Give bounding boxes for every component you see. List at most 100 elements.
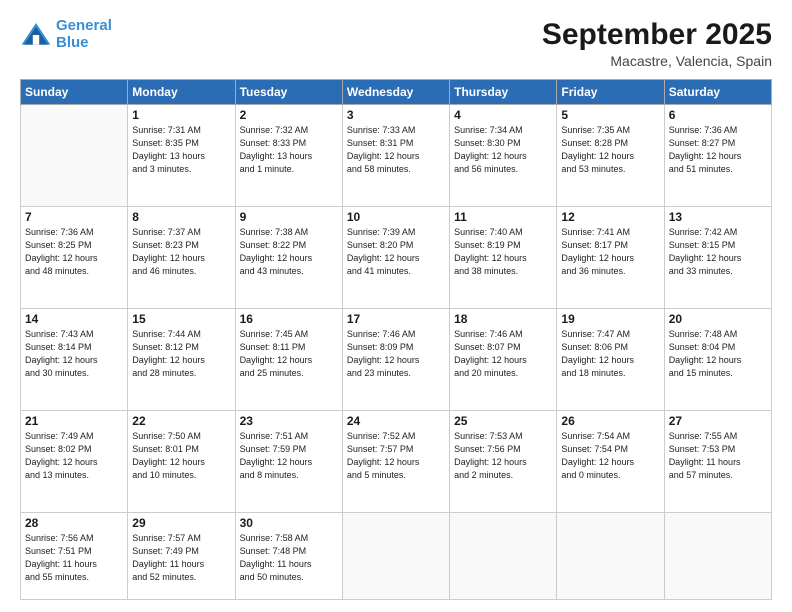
day-info: Sunrise: 7:35 AM Sunset: 8:28 PM Dayligh… (561, 124, 659, 176)
day-number: 10 (347, 210, 445, 224)
day-number: 8 (132, 210, 230, 224)
col-saturday: Saturday (664, 80, 771, 105)
location-title: Macastre, Valencia, Spain (542, 53, 772, 69)
logo-icon (20, 19, 52, 51)
day-info: Sunrise: 7:53 AM Sunset: 7:56 PM Dayligh… (454, 430, 552, 482)
day-info: Sunrise: 7:50 AM Sunset: 8:01 PM Dayligh… (132, 430, 230, 482)
day-number: 27 (669, 414, 767, 428)
table-row: 13 Sunrise: 7:42 AM Sunset: 8:15 PM Dayli… (664, 206, 771, 308)
day-info: Sunrise: 7:46 AM Sunset: 8:09 PM Dayligh… (347, 328, 445, 380)
table-row: 6 Sunrise: 7:36 AM Sunset: 8:27 PM Daylig… (664, 105, 771, 207)
table-row (21, 105, 128, 207)
day-number: 2 (240, 108, 338, 122)
month-title: September 2025 (542, 18, 772, 51)
table-row (664, 512, 771, 599)
table-row: 15 Sunrise: 7:44 AM Sunset: 8:12 PM Dayli… (128, 308, 235, 410)
table-row: 20 Sunrise: 7:48 AM Sunset: 8:04 PM Dayli… (664, 308, 771, 410)
day-info: Sunrise: 7:36 AM Sunset: 8:27 PM Dayligh… (669, 124, 767, 176)
page: General Blue September 2025 Macastre, Va… (0, 0, 792, 612)
day-info: Sunrise: 7:55 AM Sunset: 7:53 PM Dayligh… (669, 430, 767, 482)
day-info: Sunrise: 7:32 AM Sunset: 8:33 PM Dayligh… (240, 124, 338, 176)
table-row: 12Sunrise: 7:41 AM Sunset: 8:17 PM Dayli… (557, 206, 664, 308)
table-row: 25 Sunrise: 7:53 AM Sunset: 7:56 PM Dayli… (450, 410, 557, 512)
table-row: 29 Sunrise: 7:57 AM Sunset: 7:49 PM Dayli… (128, 512, 235, 599)
day-info: Sunrise: 7:56 AM Sunset: 7:51 PM Dayligh… (25, 532, 123, 584)
col-sunday: Sunday (21, 80, 128, 105)
day-number: 23 (240, 414, 338, 428)
day-info: Sunrise: 7:43 AM Sunset: 8:14 PM Dayligh… (25, 328, 123, 380)
day-number: 14 (25, 312, 123, 326)
table-row (450, 512, 557, 599)
day-info: Sunrise: 7:33 AM Sunset: 8:31 PM Dayligh… (347, 124, 445, 176)
day-number: 28 (25, 516, 123, 530)
title-block: September 2025 Macastre, Valencia, Spain (542, 18, 772, 69)
table-row: 4 Sunrise: 7:34 AM Sunset: 8:30 PM Daylig… (450, 105, 557, 207)
day-info: Sunrise: 7:39 AM Sunset: 8:20 PM Dayligh… (347, 226, 445, 278)
day-info: Sunrise: 7:58 AM Sunset: 7:48 PM Dayligh… (240, 532, 338, 584)
day-info: Sunrise: 7:49 AM Sunset: 8:02 PM Dayligh… (25, 430, 123, 482)
day-info: Sunrise: 7:51 AM Sunset: 7:59 PM Dayligh… (240, 430, 338, 482)
day-info: Sunrise: 7:34 AM Sunset: 8:30 PM Dayligh… (454, 124, 552, 176)
day-number: 3 (347, 108, 445, 122)
table-row (557, 512, 664, 599)
day-number: 1 (132, 108, 230, 122)
table-row: 22 Sunrise: 7:50 AM Sunset: 8:01 PM Dayli… (128, 410, 235, 512)
day-info: Sunrise: 7:37 AM Sunset: 8:23 PM Dayligh… (132, 226, 230, 278)
day-number: 22 (132, 414, 230, 428)
logo-line2: Blue (56, 34, 89, 51)
col-thursday: Thursday (450, 80, 557, 105)
day-info: Sunrise: 7:48 AM Sunset: 8:04 PM Dayligh… (669, 328, 767, 380)
calendar-header-row: Sunday Monday Tuesday Wednesday Thursday… (21, 80, 772, 105)
day-number: 19 (561, 312, 659, 326)
day-number: 18 (454, 312, 552, 326)
col-monday: Monday (128, 80, 235, 105)
table-row: 8 Sunrise: 7:37 AM Sunset: 8:23 PM Daylig… (128, 206, 235, 308)
day-number: 20 (669, 312, 767, 326)
day-number: 21 (25, 414, 123, 428)
day-number: 24 (347, 414, 445, 428)
day-info: Sunrise: 7:44 AM Sunset: 8:12 PM Dayligh… (132, 328, 230, 380)
day-info: Sunrise: 7:38 AM Sunset: 8:22 PM Dayligh… (240, 226, 338, 278)
table-row: 9Sunrise: 7:38 AM Sunset: 8:22 PM Daylig… (235, 206, 342, 308)
day-number: 30 (240, 516, 338, 530)
logo-line1: General (56, 17, 112, 34)
day-info: Sunrise: 7:54 AM Sunset: 7:54 PM Dayligh… (561, 430, 659, 482)
table-row: 17Sunrise: 7:46 AM Sunset: 8:09 PM Dayli… (342, 308, 449, 410)
table-row: 7 Sunrise: 7:36 AM Sunset: 8:25 PM Daylig… (21, 206, 128, 308)
table-row: 14 Sunrise: 7:43 AM Sunset: 8:14 PM Dayli… (21, 308, 128, 410)
table-row: 16Sunrise: 7:45 AM Sunset: 8:11 PM Dayli… (235, 308, 342, 410)
day-info: Sunrise: 7:42 AM Sunset: 8:15 PM Dayligh… (669, 226, 767, 278)
table-row (342, 512, 449, 599)
col-wednesday: Wednesday (342, 80, 449, 105)
day-number: 6 (669, 108, 767, 122)
table-row: 24 Sunrise: 7:52 AM Sunset: 7:57 PM Dayli… (342, 410, 449, 512)
table-row: 18 Sunrise: 7:46 AM Sunset: 8:07 PM Dayli… (450, 308, 557, 410)
day-number: 4 (454, 108, 552, 122)
col-tuesday: Tuesday (235, 80, 342, 105)
logo: General Blue (20, 18, 112, 51)
day-info: Sunrise: 7:47 AM Sunset: 8:06 PM Dayligh… (561, 328, 659, 380)
day-info: Sunrise: 7:31 AM Sunset: 8:35 PM Dayligh… (132, 124, 230, 176)
table-row: 27 Sunrise: 7:55 AM Sunset: 7:53 PM Dayli… (664, 410, 771, 512)
day-number: 15 (132, 312, 230, 326)
day-number: 11 (454, 210, 552, 224)
day-number: 7 (25, 210, 123, 224)
day-info: Sunrise: 7:41 AM Sunset: 8:17 PM Dayligh… (561, 226, 659, 278)
table-row: 1 Sunrise: 7:31 AM Sunset: 8:35 PM Daylig… (128, 105, 235, 207)
day-info: Sunrise: 7:57 AM Sunset: 7:49 PM Dayligh… (132, 532, 230, 584)
col-friday: Friday (557, 80, 664, 105)
calendar: Sunday Monday Tuesday Wednesday Thursday… (20, 79, 772, 600)
day-info: Sunrise: 7:52 AM Sunset: 7:57 PM Dayligh… (347, 430, 445, 482)
table-row: 21 Sunrise: 7:49 AM Sunset: 8:02 PM Dayli… (21, 410, 128, 512)
table-row: 5Sunrise: 7:35 AM Sunset: 8:28 PM Daylig… (557, 105, 664, 207)
table-row: 28 Sunrise: 7:56 AM Sunset: 7:51 PM Dayli… (21, 512, 128, 599)
day-number: 13 (669, 210, 767, 224)
day-number: 29 (132, 516, 230, 530)
table-row: 19 Sunrise: 7:47 AM Sunset: 8:06 PM Dayli… (557, 308, 664, 410)
header: General Blue September 2025 Macastre, Va… (20, 18, 772, 69)
day-info: Sunrise: 7:40 AM Sunset: 8:19 PM Dayligh… (454, 226, 552, 278)
day-info: Sunrise: 7:36 AM Sunset: 8:25 PM Dayligh… (25, 226, 123, 278)
day-number: 25 (454, 414, 552, 428)
day-info: Sunrise: 7:46 AM Sunset: 8:07 PM Dayligh… (454, 328, 552, 380)
table-row: 10 Sunrise: 7:39 AM Sunset: 8:20 PM Dayli… (342, 206, 449, 308)
